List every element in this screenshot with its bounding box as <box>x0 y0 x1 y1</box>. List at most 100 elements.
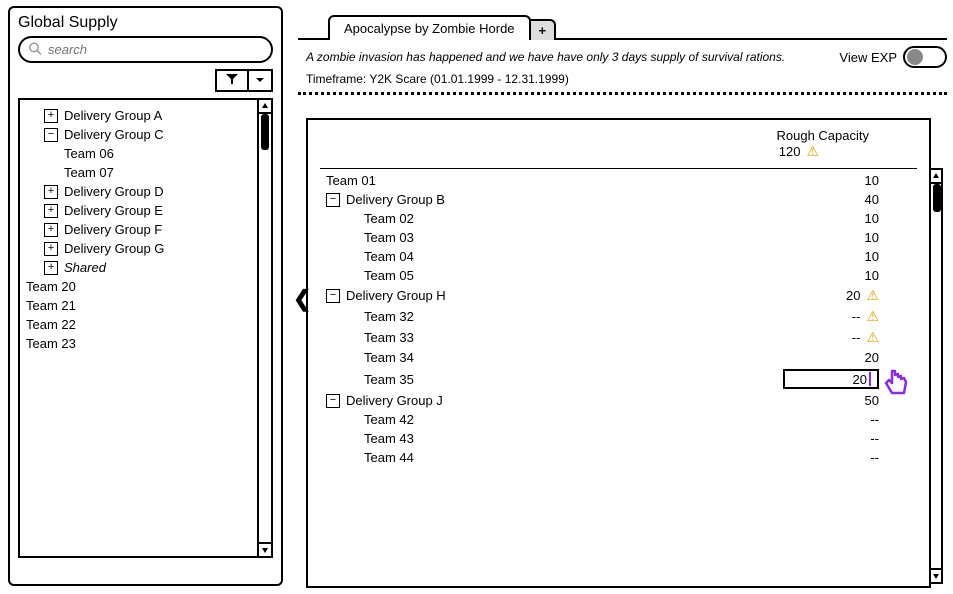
table-row: Team 42 -- <box>308 410 929 429</box>
capacity-cell[interactable]: 10 <box>799 173 919 188</box>
search-wrap <box>18 36 273 63</box>
warning-icon: ⚠ <box>866 329 879 346</box>
tab-active[interactable]: Apocalypse by Zombie Horde <box>328 15 531 40</box>
tree-group[interactable]: + Delivery Group G <box>24 239 267 258</box>
capacity-cell[interactable]: -- <box>799 450 919 465</box>
row-left: Team 03 <box>318 230 799 245</box>
row-label: Team 42 <box>364 412 414 427</box>
view-exp-toggle[interactable] <box>903 46 947 68</box>
row-left: −Delivery Group B <box>318 192 799 207</box>
scenario-description: A zombie invasion has happened and we ha… <box>306 50 839 64</box>
scroll-up-icon[interactable] <box>931 170 941 184</box>
table-row: Team 3520 <box>308 367 929 391</box>
capacity-total-value: 120 <box>779 144 801 159</box>
scroll-down-icon[interactable] <box>931 568 941 582</box>
tree-team[interactable]: Team 21 <box>24 296 267 315</box>
scroll-thumb[interactable] <box>933 184 941 212</box>
capacity-cell[interactable]: 20 <box>799 350 919 365</box>
tree-group[interactable]: +Delivery Group D <box>24 182 267 201</box>
expand-icon[interactable]: + <box>44 242 58 256</box>
row-left: −Delivery Group H <box>318 288 799 303</box>
capacity-cell[interactable]: 10 <box>799 249 919 264</box>
expand-icon[interactable]: + <box>44 109 58 123</box>
expand-icon[interactable]: + <box>44 223 58 237</box>
row-label: Team 32 <box>364 309 414 324</box>
tree-team[interactable]: Team 22 <box>24 315 267 334</box>
capacity-cell[interactable]: 10 <box>799 211 919 226</box>
capacity-table: Rough Capacity 120 ⚠ Team 0110−Delivery … <box>306 118 931 588</box>
tree-team[interactable]: Team 06 <box>24 144 267 163</box>
row-left: −Delivery Group J <box>318 393 799 408</box>
capacity-value: 50 <box>865 393 879 408</box>
row-label: Team 33 <box>364 330 414 345</box>
table-row: −Delivery Group B 40 <box>308 190 929 209</box>
table-row: Team 01 10 <box>308 171 929 190</box>
filter-dropdown[interactable] <box>249 71 271 90</box>
scroll-up-icon[interactable] <box>259 100 271 114</box>
sidebar: Global Supply +Delivery Group A−Delivery… <box>8 6 283 586</box>
row-left: Team 02 <box>318 211 799 226</box>
row-left: Team 34 <box>318 350 799 365</box>
capacity-value: 20 <box>853 372 867 387</box>
capacity-value: 10 <box>865 230 879 245</box>
capacity-cell[interactable]: 20 ⚠ <box>799 287 919 304</box>
scroll-thumb[interactable] <box>261 114 269 150</box>
tree-group[interactable]: +Delivery Group F <box>24 220 267 239</box>
tree-team[interactable]: Team 23 <box>24 334 267 353</box>
capacity-value: -- <box>870 450 879 465</box>
warning-icon: ⚠ <box>866 287 879 304</box>
header-row: A zombie invasion has happened and we ha… <box>298 40 947 72</box>
expand-icon[interactable]: + <box>44 185 58 199</box>
scroll-down-icon[interactable] <box>259 542 271 556</box>
tree-team-label: Team 07 <box>64 165 114 180</box>
table-row: −Delivery Group J 50 <box>308 391 929 410</box>
filter-box <box>215 69 273 92</box>
capacity-cell[interactable]: -- <box>799 412 919 427</box>
row-left: Team 43 <box>318 431 799 446</box>
capacity-cell[interactable]: --⚠ <box>799 308 919 325</box>
table-row: Team 03 10 <box>308 228 929 247</box>
row-label: Delivery Group B <box>346 192 445 207</box>
capacity-cell[interactable]: 10 <box>799 268 919 283</box>
capacity-value: 20 <box>846 288 860 303</box>
tab-add-button[interactable]: + <box>529 19 557 40</box>
view-exp-label: View EXP <box>839 50 897 65</box>
row-label: Team 05 <box>364 268 414 283</box>
tree-group[interactable]: + Delivery Group A <box>24 106 267 125</box>
collapse-icon[interactable]: − <box>44 128 58 142</box>
tree-group[interactable]: −Delivery Group C <box>24 125 267 144</box>
warning-icon: ⚠ <box>806 143 819 160</box>
filter-button[interactable] <box>217 71 249 90</box>
main-scrollbar[interactable] <box>929 168 943 584</box>
tree-group[interactable]: +Shared <box>24 258 267 277</box>
tree-group[interactable]: +Delivery Group E <box>24 201 267 220</box>
capacity-edit-input[interactable]: 20 <box>783 369 879 389</box>
filter-row <box>18 69 273 92</box>
capacity-cell[interactable]: 40 <box>799 192 919 207</box>
sidebar-scrollbar[interactable] <box>257 100 271 556</box>
collapse-icon[interactable]: − <box>326 193 340 207</box>
tree-team[interactable]: Team 20 <box>24 277 267 296</box>
expand-icon[interactable]: + <box>44 204 58 218</box>
capacity-value: 40 <box>865 192 879 207</box>
tree-group-label: Delivery Group G <box>64 241 164 256</box>
capacity-cell[interactable]: --⚠ <box>799 329 919 346</box>
tree-team[interactable]: Team 07 <box>24 163 267 182</box>
table-row: Team 43-- <box>308 429 929 448</box>
row-label: Team 34 <box>364 350 414 365</box>
row-label: Team 04 <box>364 249 414 264</box>
capacity-total: 120 ⚠ <box>777 143 870 160</box>
search-input[interactable] <box>18 36 273 63</box>
collapse-icon[interactable]: − <box>326 289 340 303</box>
table-row: Team 34 20 <box>308 348 929 367</box>
row-left: Team 01 <box>318 173 799 188</box>
expand-icon[interactable]: + <box>44 261 58 275</box>
row-label: Team 01 <box>326 173 376 188</box>
collapse-icon[interactable]: − <box>326 394 340 408</box>
divider-dotted <box>298 92 947 95</box>
row-label: Delivery Group J <box>346 393 443 408</box>
capacity-cell[interactable]: -- <box>799 431 919 446</box>
row-label: Delivery Group H <box>346 288 446 303</box>
capacity-cell[interactable]: 10 <box>799 230 919 245</box>
tree-group-label: Delivery Group A <box>64 108 162 123</box>
